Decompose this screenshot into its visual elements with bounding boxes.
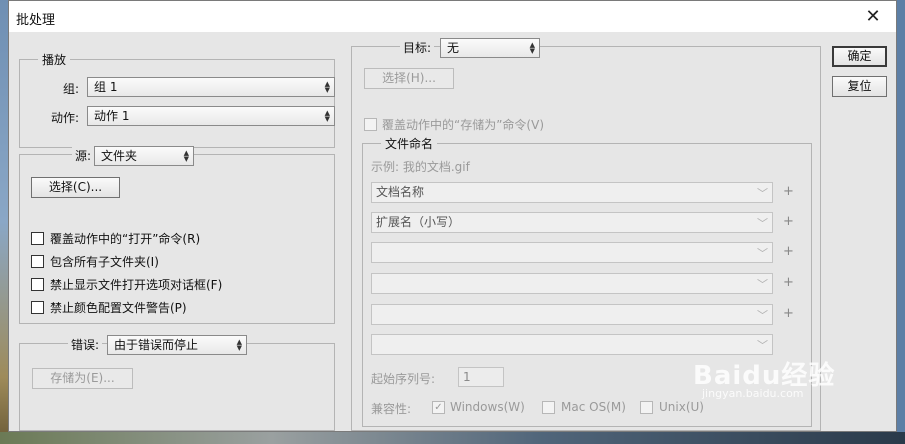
add-field-icon[interactable]: + — [783, 214, 794, 229]
naming-field-3[interactable]: ﹀ — [371, 242, 773, 263]
updown-icon: ▲ ▼ — [183, 149, 189, 163]
group-select[interactable]: 组 1 ▲ ▼ — [87, 77, 335, 97]
source-select-value: 文件夹 — [101, 149, 138, 163]
title-bar[interactable]: 批处理 ✕ — [9, 1, 896, 32]
ok-button[interactable]: 确定 — [832, 46, 887, 67]
updown-icon: ▲ ▼ — [324, 80, 330, 94]
desktop-background-bottom — [0, 432, 905, 444]
source-label: 源: — [72, 147, 95, 164]
destination-choose-button[interactable]: 选择(H)... — [364, 68, 454, 89]
file-naming-legend: 文件命名 — [381, 135, 438, 152]
naming-field-4[interactable]: ﹀ — [371, 273, 773, 294]
source-group: 源: 文件夹 ▲ ▼ 选择(C)... 覆盖动作中的“打开”命令(R) 包含所有子… — [19, 146, 335, 324]
add-field-icon[interactable]: + — [783, 244, 794, 259]
group-label: 组: — [63, 82, 80, 96]
override-save-as-label: 覆盖动作中的“存储为”命令(V) — [382, 118, 545, 132]
watermark-url: jingyan.baidu.com — [702, 387, 804, 400]
suppress-color-warning-label: 禁止颜色配置文件警告(P) — [50, 301, 187, 315]
destination-select[interactable]: 无 ▲ ▼ — [440, 38, 540, 58]
naming-field-1[interactable]: 文档名称 ﹀ — [371, 182, 773, 203]
updown-icon: ▲ ▼ — [529, 41, 535, 55]
override-open-checkbox[interactable] — [31, 232, 44, 245]
override-save-as-checkbox[interactable] — [364, 118, 377, 131]
include-subfolders-label: 包含所有子文件夹(I) — [50, 255, 159, 269]
compat-label: 兼容性: — [371, 402, 412, 416]
add-field-icon[interactable]: + — [783, 275, 794, 290]
action-select-value: 动作 1 — [94, 109, 130, 123]
compat-windows-label: Windows(W) — [450, 400, 525, 414]
source-choose-button[interactable]: 选择(C)... — [31, 177, 120, 198]
compat-unix-checkbox[interactable] — [640, 401, 653, 414]
suppress-open-options-label: 禁止显示文件打开选项对话框(F) — [50, 278, 223, 292]
errors-select[interactable]: 由于错误而停止 ▲ ▼ — [107, 335, 247, 355]
naming-field-1-value: 文档名称 — [376, 185, 425, 199]
updown-icon: ▲ ▼ — [324, 109, 330, 123]
naming-field-2-value: 扩展名（小写） — [376, 215, 461, 229]
chevron-down-icon: ﹀ — [757, 339, 768, 352]
chevron-down-icon: ﹀ — [757, 278, 768, 291]
action-select[interactable]: 动作 1 ▲ ▼ — [87, 106, 335, 126]
naming-field-6[interactable]: ﹀ — [371, 334, 773, 355]
reset-button[interactable]: 复位 — [832, 76, 887, 97]
compat-mac-checkbox[interactable] — [542, 401, 555, 414]
naming-example: 示例: 我的文档.gif — [371, 160, 470, 174]
compat-windows-checkbox[interactable]: ✓ — [432, 401, 445, 414]
include-subfolders-checkbox[interactable] — [31, 255, 44, 268]
updown-icon: ▲ ▼ — [236, 338, 242, 352]
add-field-icon[interactable]: + — [783, 306, 794, 321]
add-field-icon[interactable]: + — [783, 184, 794, 199]
destination-label: 目标: — [400, 39, 435, 56]
chevron-down-icon: ﹀ — [757, 217, 768, 230]
chevron-down-icon: ﹀ — [757, 247, 768, 260]
baidu-watermark: Baidu经验 jingyan.baidu.com — [693, 355, 835, 400]
suppress-open-options-checkbox[interactable] — [31, 278, 44, 291]
chevron-down-icon: ﹀ — [757, 309, 768, 322]
play-group: 播放 组: 组 1 ▲ ▼ 动作: 动作 1 ▲ ▼ — [19, 51, 335, 148]
dialog-title: 批处理 — [16, 13, 56, 28]
errors-group: 错误: 由于错误而停止 ▲ ▼ 存储为(E)... — [19, 335, 335, 431]
desktop-background — [0, 0, 8, 444]
serial-input[interactable]: 1 — [458, 367, 504, 387]
suppress-color-warning-checkbox[interactable] — [31, 301, 44, 314]
play-legend: 播放 — [38, 51, 71, 68]
chevron-down-icon: ﹀ — [757, 187, 768, 200]
naming-field-5[interactable]: ﹀ — [371, 304, 773, 325]
compat-mac-label: Mac OS(M) — [561, 400, 626, 414]
source-select[interactable]: 文件夹 ▲ ▼ — [94, 146, 194, 166]
override-open-label: 覆盖动作中的“打开”命令(R) — [50, 232, 201, 246]
errors-select-value: 由于错误而停止 — [114, 338, 199, 352]
close-icon[interactable]: ✕ — [850, 1, 896, 32]
group-select-value: 组 1 — [94, 80, 118, 94]
errors-label: 错误: — [68, 336, 103, 353]
action-label: 动作: — [51, 111, 80, 125]
errors-save-as-button[interactable]: 存储为(E)... — [32, 368, 133, 389]
serial-label: 起始序列号: — [371, 372, 436, 386]
destination-select-value: 无 — [447, 41, 460, 55]
naming-field-2[interactable]: 扩展名（小写） ﹀ — [371, 212, 773, 233]
compat-unix-label: Unix(U) — [659, 400, 704, 414]
